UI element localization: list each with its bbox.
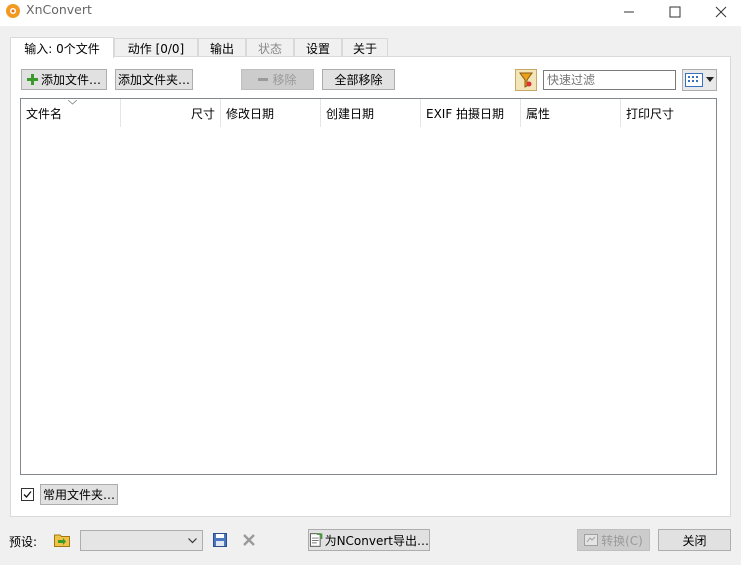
export-script-icon bbox=[309, 533, 323, 547]
file-list[interactable]: 文件名 尺寸 修改日期 创建日期 EXIF 拍摄日期 属性 打印尺寸 bbox=[20, 98, 717, 475]
export-nconvert-label: 为NConvert导出… bbox=[324, 533, 429, 548]
remove-all-button[interactable]: 全部移除 bbox=[322, 69, 395, 90]
minimize-button[interactable] bbox=[606, 0, 652, 24]
convert-icon bbox=[584, 534, 599, 546]
close-button[interactable]: 关闭 bbox=[658, 529, 731, 551]
preset-select[interactable] bbox=[80, 530, 203, 551]
convert-button[interactable]: 转换(C) bbox=[577, 529, 650, 551]
tab-actions[interactable]: 动作 [0/0] bbox=[114, 38, 198, 57]
delete-x-icon bbox=[243, 534, 255, 546]
column-print-size-label: 打印尺寸 bbox=[626, 106, 675, 121]
filter-toggle-button[interactable] bbox=[515, 69, 537, 91]
chevron-down-icon bbox=[706, 77, 714, 82]
tab-input-label: 输入: 0个文件 bbox=[24, 41, 100, 56]
favorite-folders-label: 常用文件夹… bbox=[42, 488, 115, 502]
remove-all-label: 全部移除 bbox=[334, 73, 383, 87]
column-header-exif-date[interactable]: EXIF 拍摄日期 bbox=[421, 99, 521, 127]
add-folder-label: 添加文件夹… bbox=[117, 73, 190, 87]
column-header-attributes[interactable]: 属性 bbox=[521, 99, 621, 127]
add-files-button[interactable]: 添加文件… bbox=[21, 69, 107, 90]
maximize-icon bbox=[669, 6, 681, 18]
open-preset-button[interactable] bbox=[53, 531, 71, 549]
plus-icon bbox=[26, 74, 38, 85]
favorite-folders-button[interactable]: 常用文件夹… bbox=[40, 484, 118, 505]
minus-icon bbox=[258, 77, 269, 81]
column-exif-label: EXIF 拍摄日期 bbox=[426, 106, 505, 121]
tab-about-label: 关于 bbox=[352, 41, 377, 56]
save-preset-button[interactable] bbox=[211, 531, 229, 549]
column-header-modified-date[interactable]: 修改日期 bbox=[221, 99, 321, 127]
checkmark-icon bbox=[23, 491, 32, 498]
tab-actions-label: 动作 [0/0] bbox=[127, 41, 185, 56]
quick-filter-input[interactable] bbox=[543, 70, 676, 90]
tab-status-label: 状态 bbox=[257, 41, 282, 56]
column-created-label: 创建日期 bbox=[326, 106, 375, 121]
maximize-button[interactable] bbox=[652, 0, 698, 24]
title-bar: XnConvert bbox=[0, 0, 741, 26]
column-header-filename[interactable]: 文件名 bbox=[21, 99, 121, 127]
column-header-print-size[interactable]: 打印尺寸 bbox=[621, 99, 716, 127]
grid-view-icon bbox=[685, 73, 703, 87]
tab-about[interactable]: 关于 bbox=[342, 38, 388, 57]
convert-label: 转换(C) bbox=[601, 533, 643, 548]
column-attributes-label: 属性 bbox=[526, 106, 551, 121]
tab-status[interactable]: 状态 bbox=[246, 38, 294, 57]
favorites-checkbox[interactable] bbox=[21, 488, 34, 501]
remove-button[interactable]: 移除 bbox=[241, 69, 314, 90]
view-mode-button[interactable] bbox=[682, 69, 717, 91]
window-title: XnConvert bbox=[26, 2, 92, 17]
export-nconvert-button[interactable]: 为NConvert导出… bbox=[308, 529, 430, 551]
funnel-icon bbox=[519, 72, 533, 88]
column-filename-label: 文件名 bbox=[26, 106, 63, 121]
tab-settings-label: 设置 bbox=[305, 41, 330, 56]
tab-output-label: 输出 bbox=[209, 41, 234, 56]
add-folder-button[interactable]: 添加文件夹… bbox=[115, 69, 193, 90]
delete-preset-button[interactable] bbox=[240, 531, 258, 549]
sort-indicator-icon bbox=[68, 100, 77, 105]
folder-open-icon bbox=[54, 534, 70, 547]
column-header-created-date[interactable]: 创建日期 bbox=[321, 99, 421, 127]
minimize-icon bbox=[624, 11, 634, 13]
close-window-button[interactable] bbox=[698, 0, 741, 24]
tab-settings[interactable]: 设置 bbox=[294, 38, 342, 57]
column-header-size[interactable]: 尺寸 bbox=[121, 99, 221, 127]
column-modified-label: 修改日期 bbox=[226, 106, 275, 121]
chevron-down-icon bbox=[188, 538, 197, 544]
app-logo-icon bbox=[6, 4, 20, 18]
remove-label: 移除 bbox=[272, 73, 297, 87]
add-files-label: 添加文件… bbox=[40, 73, 101, 87]
column-size-label: 尺寸 bbox=[190, 106, 215, 121]
close-icon bbox=[715, 6, 727, 18]
tab-output[interactable]: 输出 bbox=[198, 38, 246, 57]
tab-input[interactable]: 输入: 0个文件 bbox=[10, 37, 114, 58]
preset-label: 预设: bbox=[9, 535, 38, 549]
close-label: 关闭 bbox=[682, 533, 707, 548]
save-disk-icon bbox=[213, 533, 227, 547]
